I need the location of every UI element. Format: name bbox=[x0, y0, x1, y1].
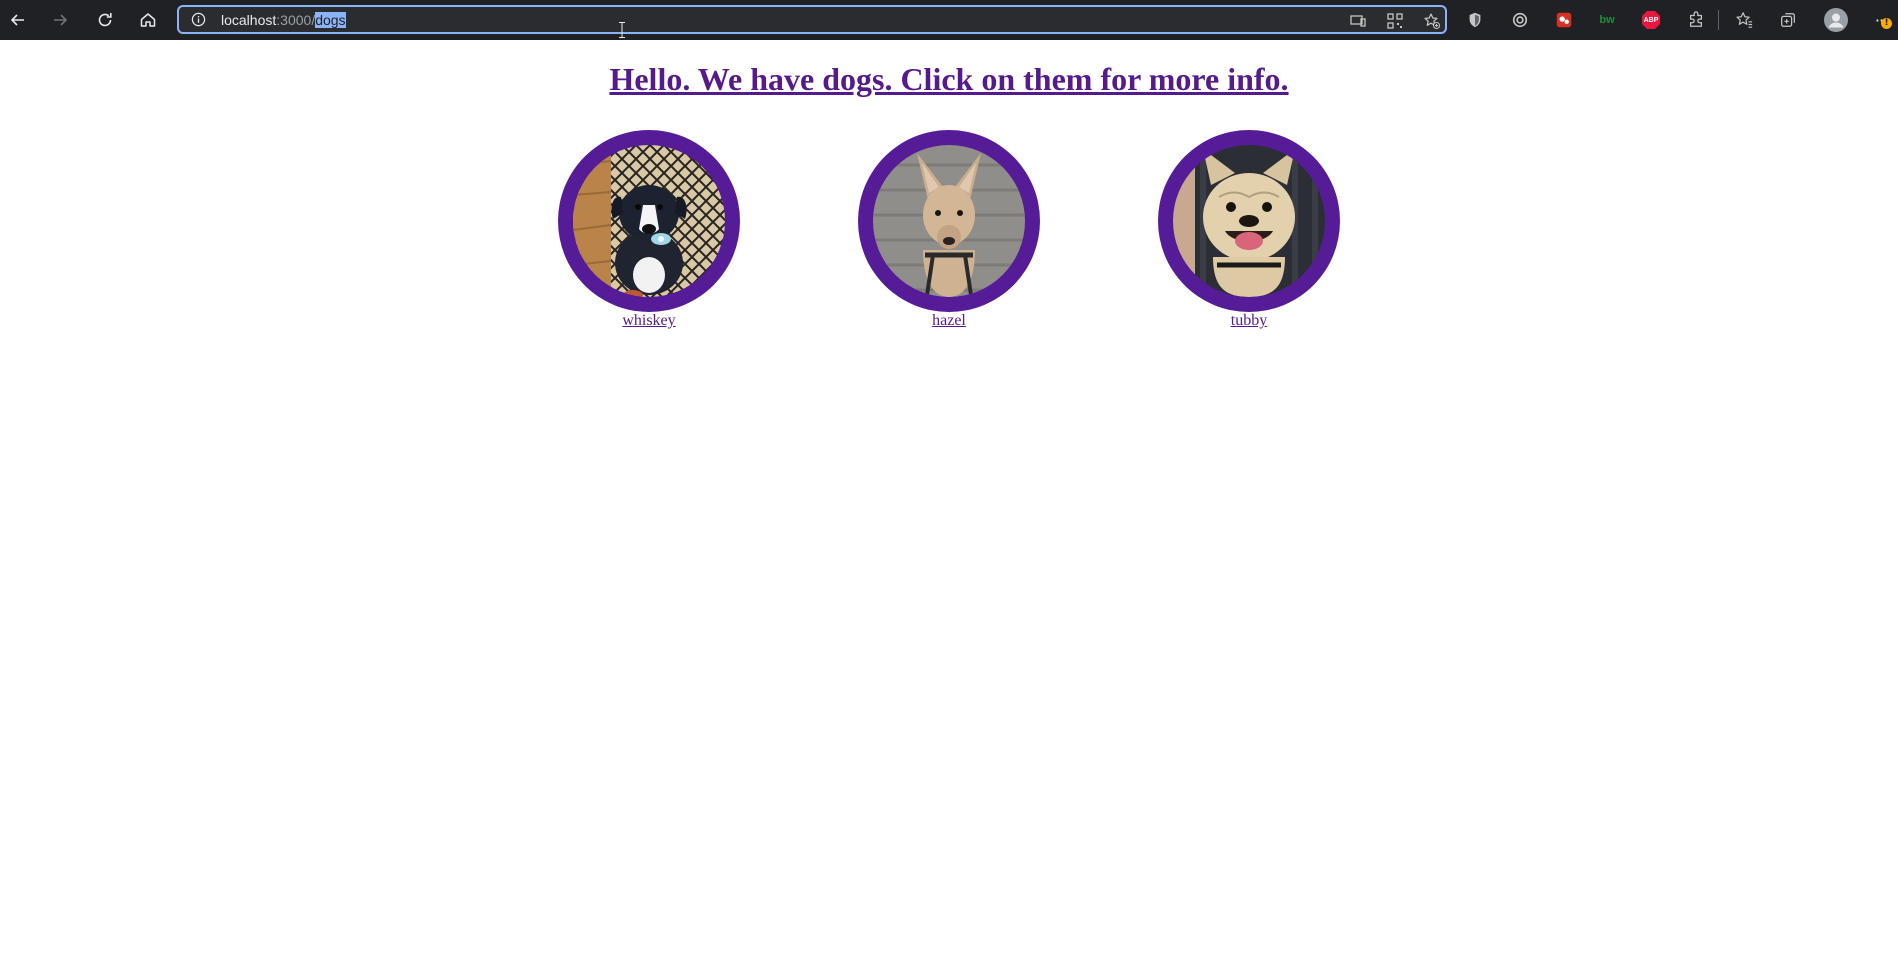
dog-card-tubby: tubby bbox=[1158, 130, 1340, 330]
forward-arrow-icon bbox=[54, 14, 68, 26]
reload-button[interactable] bbox=[85, 0, 125, 40]
dog-photo-tubby bbox=[1173, 145, 1325, 297]
page-content: Hello. We have dogs. Click on them for m… bbox=[0, 40, 1898, 973]
url-text[interactable]: localhost:3000/dogs bbox=[221, 12, 346, 28]
dog-name-link-whiskey[interactable]: whiskey bbox=[558, 312, 740, 330]
qr-code-icon[interactable] bbox=[1386, 12, 1404, 30]
dog-photo-link-tubby[interactable] bbox=[1158, 130, 1340, 312]
abp-icon[interactable]: ABP bbox=[1641, 10, 1661, 30]
collections-icon[interactable] bbox=[1778, 10, 1798, 30]
bw-icon[interactable]: bw bbox=[1597, 10, 1617, 30]
text-cursor-icon bbox=[619, 22, 625, 38]
dog-photo-link-whiskey[interactable] bbox=[558, 130, 740, 312]
dog-card-whiskey: whiskey bbox=[558, 130, 740, 330]
url-path-selected: dogs bbox=[315, 12, 346, 28]
back-button[interactable] bbox=[0, 0, 38, 40]
headline-link[interactable]: Hello. We have dogs. Click on them for m… bbox=[609, 61, 1288, 97]
abp-label: ABP bbox=[1643, 16, 1659, 24]
install-app-icon[interactable] bbox=[1349, 12, 1367, 30]
favorites-icon[interactable] bbox=[1734, 10, 1754, 30]
browser-toolbar: localhost:3000/dogs bw ABP ·· ! bbox=[0, 0, 1898, 40]
address-bar[interactable]: localhost:3000/dogs bbox=[177, 5, 1447, 38]
back-arrow-icon bbox=[10, 14, 24, 26]
url-host: localhost bbox=[221, 12, 277, 28]
add-favorite-icon[interactable] bbox=[1423, 12, 1441, 30]
home-button[interactable] bbox=[128, 0, 168, 40]
dog-photo-whiskey bbox=[573, 145, 725, 297]
settings-more-icon[interactable]: ·· ! bbox=[1869, 10, 1892, 30]
notification-badge: ! bbox=[1881, 18, 1892, 29]
target-icon[interactable] bbox=[1510, 10, 1530, 30]
red-extension-icon[interactable] bbox=[1554, 10, 1574, 30]
dog-name-link-hazel[interactable]: hazel bbox=[858, 312, 1040, 330]
dog-card-hazel: hazel bbox=[858, 130, 1040, 330]
bw-label: bw bbox=[1599, 14, 1615, 26]
page-title: Hello. We have dogs. Click on them for m… bbox=[0, 58, 1898, 100]
url-port: :3000 bbox=[276, 12, 312, 28]
shield-icon[interactable] bbox=[1465, 10, 1485, 30]
reload-icon bbox=[98, 13, 112, 27]
dog-photo-hazel bbox=[873, 145, 1025, 297]
puzzle-icon[interactable] bbox=[1686, 10, 1706, 30]
forward-button[interactable] bbox=[40, 0, 80, 40]
dog-name-link-tubby[interactable]: tubby bbox=[1158, 312, 1340, 330]
toolbar-divider bbox=[1718, 10, 1719, 30]
profile-avatar-icon[interactable] bbox=[1824, 8, 1848, 32]
home-icon bbox=[140, 13, 156, 27]
dog-photo-link-hazel[interactable] bbox=[858, 130, 1040, 312]
info-icon[interactable] bbox=[191, 12, 206, 27]
